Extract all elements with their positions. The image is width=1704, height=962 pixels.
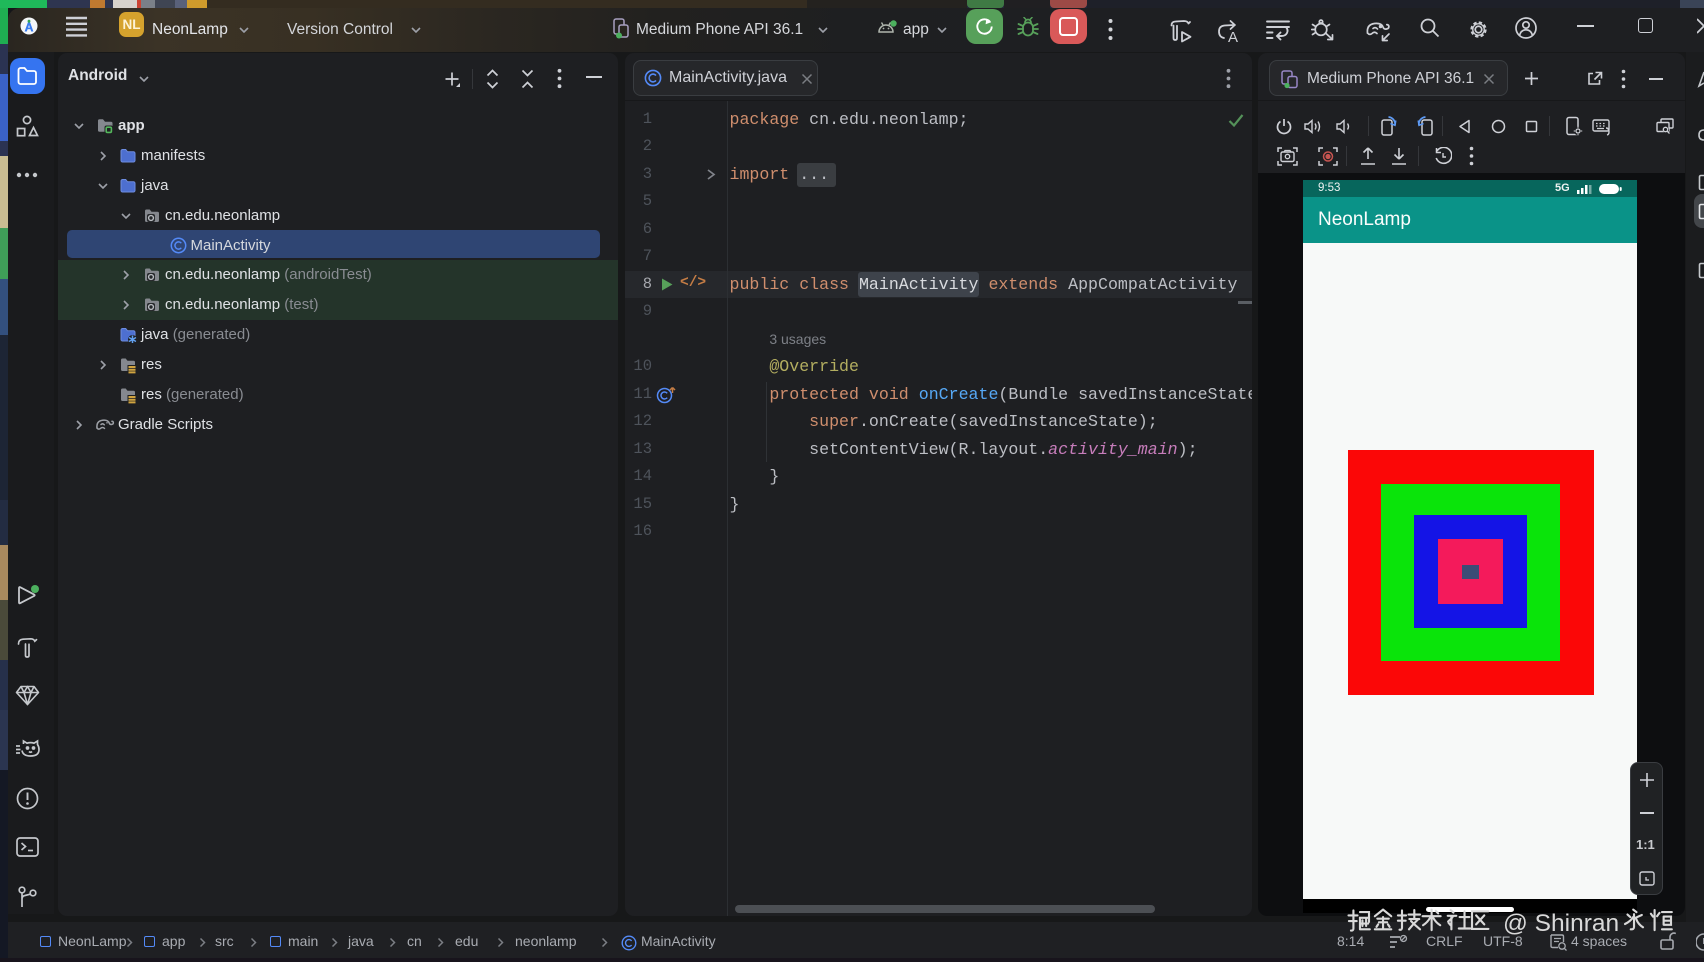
svg-text:A: A	[1228, 29, 1238, 45]
svg-text:@ Shinran: @ Shinran	[1503, 910, 1619, 937]
